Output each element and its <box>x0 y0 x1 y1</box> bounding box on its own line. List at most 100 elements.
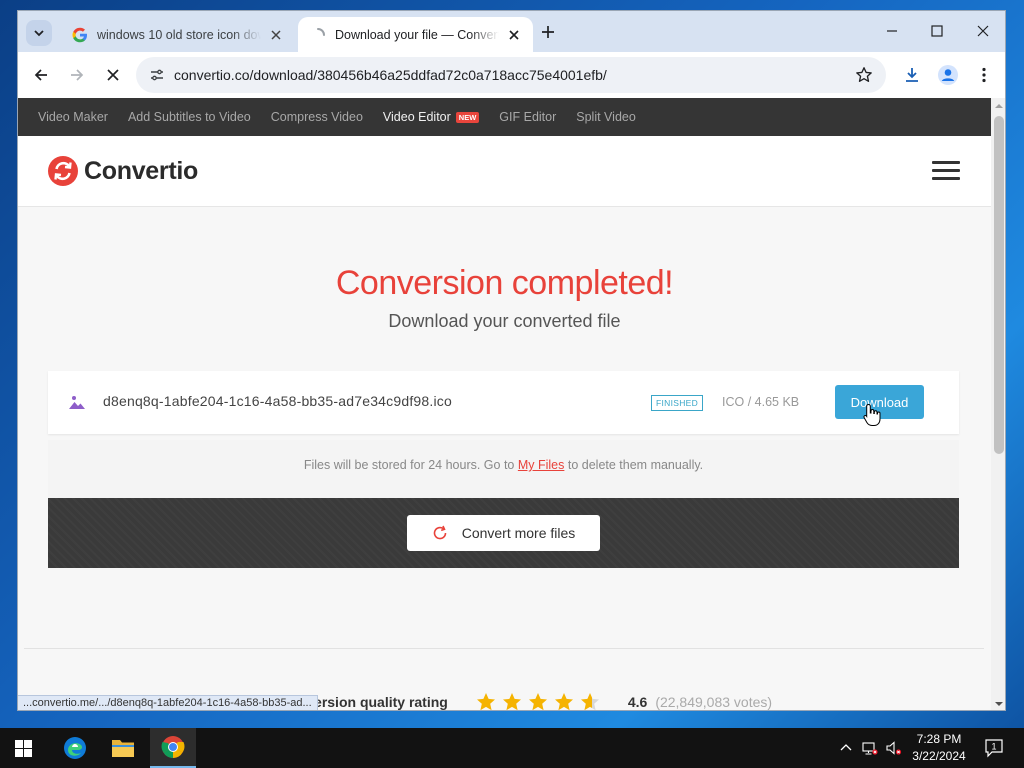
chrome-icon <box>161 736 185 758</box>
google-icon <box>72 27 88 43</box>
taskbar-chrome[interactable] <box>150 728 196 768</box>
nav-link-label: Compress Video <box>270 110 363 124</box>
stop-loading-button[interactable] <box>101 63 125 87</box>
close-tab-icon[interactable] <box>267 26 285 44</box>
hand-pointer-cursor-icon <box>863 403 881 426</box>
back-button[interactable] <box>29 63 53 87</box>
nav-link-gif-editor[interactable]: GIF Editor <box>499 110 556 124</box>
notification-center-icon[interactable]: 1 <box>984 738 1004 758</box>
taskbar-file-explorer[interactable] <box>100 728 146 768</box>
plus-icon <box>542 26 554 38</box>
convert-more-panel: Convert more files <box>48 498 959 568</box>
star-icon <box>528 693 547 710</box>
clock-time: 7:28 PM <box>916 732 962 746</box>
nav-link-compress-video[interactable]: Compress Video <box>271 110 363 124</box>
refresh-icon <box>433 525 447 540</box>
volume-muted-icon[interactable] <box>886 740 902 756</box>
tab-title: Download your file — Convertio <box>335 27 499 42</box>
storage-info-suffix: to delete them manually. <box>567 458 704 472</box>
my-files-link[interactable]: My Files <box>518 458 565 472</box>
status-badge: FINISHED <box>651 395 704 411</box>
maximize-icon <box>931 25 943 37</box>
arrow-left-icon <box>34 69 47 81</box>
scrollbar-thumb[interactable] <box>994 116 1004 454</box>
windows-taskbar: 7:28 PM 3/22/2024 1 <box>0 728 1024 768</box>
tab-google-search[interactable]: windows 10 old store icon dow <box>60 17 295 52</box>
link-status-bubble: ...convertio.me/.../d8enq8q-1abfe204-1c1… <box>18 695 318 710</box>
new-badge: NEW <box>455 111 480 123</box>
star-icon <box>502 693 521 710</box>
star-icon <box>476 693 495 710</box>
convert-more-label: Convert more files <box>461 525 576 541</box>
chevron-down-icon <box>34 30 44 37</box>
storage-info-prefix: Files will be stored for 24 hours. Go to <box>303 458 515 472</box>
start-button[interactable] <box>0 728 46 768</box>
rating-score: 4.6 <box>627 694 648 710</box>
convertio-logo-icon <box>48 156 78 186</box>
nav-link-label: Split Video <box>576 110 636 124</box>
converted-file-row: d8enq8q-1abfe204-1c16-4a58-bb35-ad7e34c9… <box>48 371 959 434</box>
file-name: d8enq8q-1abfe204-1c16-4a58-bb35-ad7e34c9… <box>103 393 452 409</box>
storage-info: Files will be stored for 24 hours. Go to… <box>48 440 959 498</box>
edge-icon <box>64 737 86 759</box>
bookmark-star-icon[interactable] <box>854 65 874 85</box>
rating-stars[interactable] <box>476 692 606 710</box>
page-viewport: Video Maker Add Subtitles to Video Compr… <box>18 98 991 710</box>
clock-date: 3/22/2024 <box>912 749 966 763</box>
taskbar-edge[interactable] <box>52 728 98 768</box>
chevron-up-icon[interactable] <box>838 740 854 756</box>
page-scrollbar[interactable] <box>991 98 1005 710</box>
tab-title: windows 10 old store icon dow <box>97 27 261 42</box>
minimize-icon <box>887 30 897 32</box>
conversion-status: Conversion completed! Download your conv… <box>18 264 991 332</box>
maximize-button[interactable] <box>925 19 949 43</box>
nav-link-split-video[interactable]: Split Video <box>576 110 636 124</box>
nav-link-video-maker[interactable]: Video Maker <box>38 110 108 124</box>
logo-text: Convertio <box>84 156 198 185</box>
close-icon <box>107 69 119 81</box>
more-vertical-icon <box>982 67 986 83</box>
tab-convertio-download[interactable]: Download your file — Convertio <box>298 17 533 52</box>
loading-spinner-icon <box>310 27 326 43</box>
section-divider <box>24 648 984 649</box>
half-star-icon <box>580 693 599 710</box>
network-icon[interactable] <box>862 740 878 756</box>
page-subtitle: Download your converted file <box>388 311 621 331</box>
profile-avatar-icon <box>938 65 958 85</box>
browser-menu-button[interactable] <box>972 63 996 87</box>
quality-rating: Overall conversion quality rating 4.6 (2… <box>230 690 830 710</box>
close-window-button[interactable] <box>971 19 995 43</box>
new-tab-button[interactable] <box>538 22 558 42</box>
nav-link-label: GIF Editor <box>499 110 557 124</box>
convertio-logo[interactable]: Convertio <box>48 156 198 186</box>
system-clock[interactable]: 7:28 PM 3/22/2024 <box>912 731 966 765</box>
notification-count: 1 <box>991 742 996 752</box>
nav-link-video-editor[interactable]: Video Editor NEW <box>383 110 480 124</box>
site-header: Convertio <box>18 136 991 207</box>
tab-search-button[interactable] <box>26 20 52 46</box>
address-bar[interactable]: convertio.co/download/380456b46a25ddfad7… <box>136 57 886 93</box>
site-settings-icon[interactable] <box>146 64 168 86</box>
nav-link-label: Add Subtitles to Video <box>127 110 251 124</box>
nav-link-label: Video Maker <box>38 110 108 124</box>
hamburger-menu-icon[interactable] <box>932 161 960 181</box>
downloads-button[interactable] <box>900 63 924 87</box>
scroll-down-icon[interactable] <box>995 700 1003 708</box>
arrow-right-icon <box>71 69 84 81</box>
forward-button[interactable] <box>65 63 89 87</box>
nav-link-add-subtitles[interactable]: Add Subtitles to Video <box>128 110 251 124</box>
download-icon <box>906 68 918 82</box>
scroll-up-icon[interactable] <box>995 102 1003 110</box>
rating-votes: (22,849,083 votes) <box>655 694 773 710</box>
browser-window: windows 10 old store icon dow Download y… <box>17 10 1006 711</box>
page-title: Conversion completed! <box>335 264 674 302</box>
minimize-button[interactable] <box>880 19 904 43</box>
convert-more-files-button[interactable]: Convert more files <box>407 515 600 551</box>
url-text: convertio.co/download/380456b46a25ddfad7… <box>174 67 607 83</box>
close-icon <box>977 25 989 37</box>
close-tab-icon[interactable] <box>505 26 523 44</box>
image-file-icon <box>69 396 85 409</box>
folder-icon <box>112 740 134 757</box>
site-top-nav: Video Maker Add Subtitles to Video Compr… <box>18 98 991 136</box>
profile-button[interactable] <box>936 63 960 87</box>
